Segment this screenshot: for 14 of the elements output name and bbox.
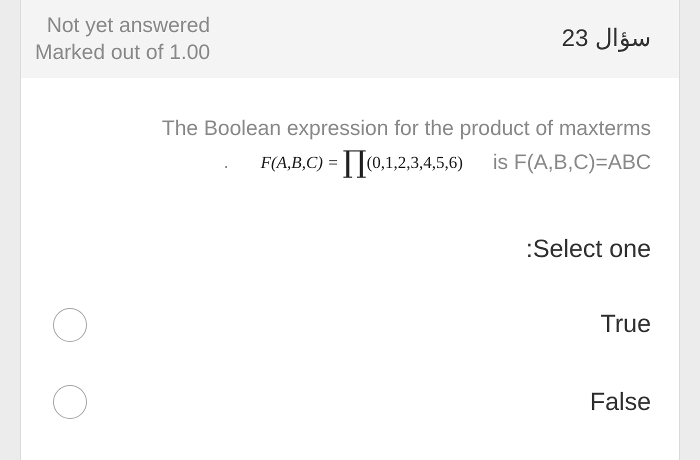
dot-text: .	[224, 151, 229, 174]
marks-text: Marked out of 1.00	[35, 42, 210, 63]
formula-args: (0,1,2,3,4,5,6)	[366, 152, 463, 174]
status-text: Not yet answered	[46, 15, 210, 36]
option-label[interactable]: False	[590, 384, 651, 421]
formula-text: F(A,B,C) =	[260, 152, 339, 174]
question-text: The Boolean expression for the product of maxterms	[162, 118, 651, 139]
product-symbol: ∏	[342, 148, 367, 178]
option-label[interactable]: True	[600, 306, 651, 344]
select-prompt: :Select one	[526, 234, 651, 264]
question-number: سؤال 23	[562, 24, 651, 54]
radio-button[interactable]	[53, 308, 87, 342]
radio-button[interactable]	[53, 385, 87, 420]
question-text-end: is F(A,B,C)=ABC	[492, 150, 651, 176]
